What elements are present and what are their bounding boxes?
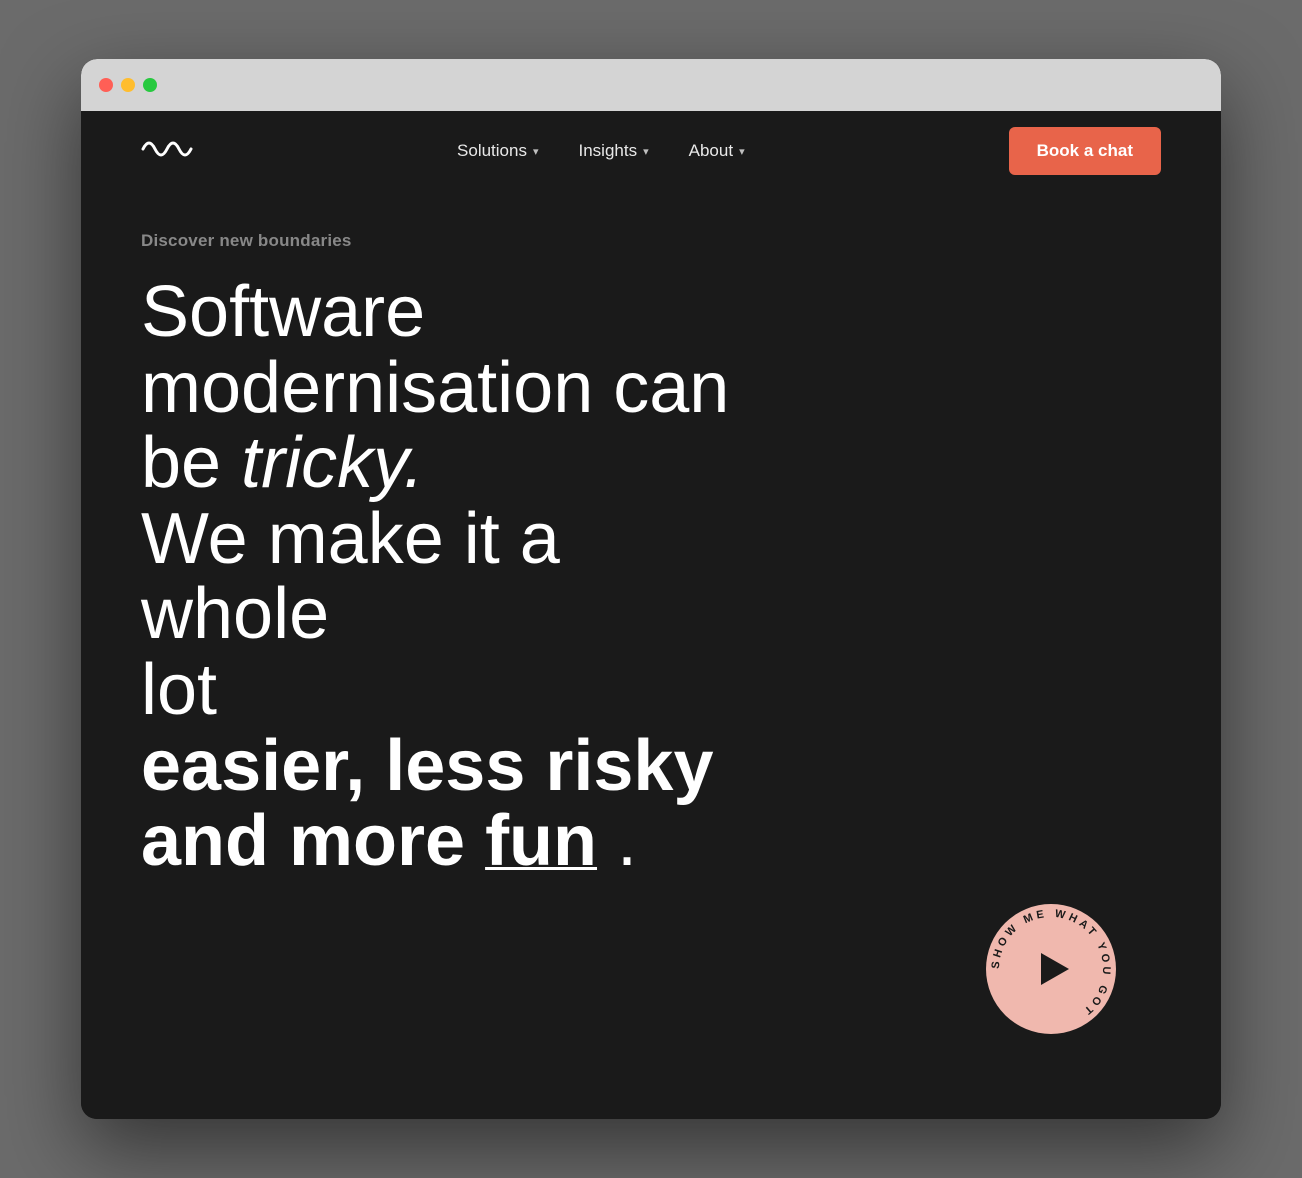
hero-line-1: Software [141, 272, 425, 352]
chevron-down-icon: ▾ [643, 145, 649, 158]
play-icon [1041, 953, 1069, 985]
browser-chrome [81, 59, 1221, 111]
hero-line-4: We make it a whole [141, 499, 560, 655]
close-button-icon[interactable] [99, 78, 113, 92]
hero-underline-fun: fun [485, 801, 597, 881]
nav-link-insights[interactable]: Insights ▾ [579, 141, 649, 161]
chevron-down-icon: ▾ [739, 145, 745, 158]
hero-line-3: be tricky. [141, 423, 424, 503]
chevron-down-icon: ▾ [533, 145, 539, 158]
website-content: Solutions ▾ Insights ▾ About ▾ Book a ch… [81, 111, 1221, 1119]
hero-bold-line-2: and more fun . [141, 801, 637, 881]
nav-links: Solutions ▾ Insights ▾ About ▾ [457, 141, 745, 161]
traffic-lights [99, 78, 157, 92]
logo-symbol [141, 135, 193, 167]
hero-line-2: modernisation can [141, 348, 729, 428]
hero-heading: Software modernisation can be tricky. We… [141, 275, 761, 880]
hero-eyebrow: Discover new boundaries [141, 231, 1161, 251]
hero-line-5: lot [141, 650, 217, 730]
hero-bold-line-1: easier, less risky [141, 726, 714, 806]
browser-window: Solutions ▾ Insights ▾ About ▾ Book a ch… [81, 59, 1221, 1119]
nav-link-about[interactable]: About ▾ [689, 141, 745, 161]
book-chat-button[interactable]: Book a chat [1009, 127, 1161, 175]
hero-period: . [597, 801, 637, 881]
logo[interactable] [141, 135, 193, 167]
play-button[interactable]: SHOW ME WHAT YOU GOT [981, 899, 1121, 1039]
nav-link-solutions[interactable]: Solutions ▾ [457, 141, 538, 161]
hero-section: Discover new boundaries Software moderni… [81, 191, 1221, 1119]
fullscreen-button-icon[interactable] [143, 78, 157, 92]
navigation: Solutions ▾ Insights ▾ About ▾ Book a ch… [81, 111, 1221, 191]
minimize-button-icon[interactable] [121, 78, 135, 92]
hero-italic-tricky: tricky. [241, 423, 424, 503]
